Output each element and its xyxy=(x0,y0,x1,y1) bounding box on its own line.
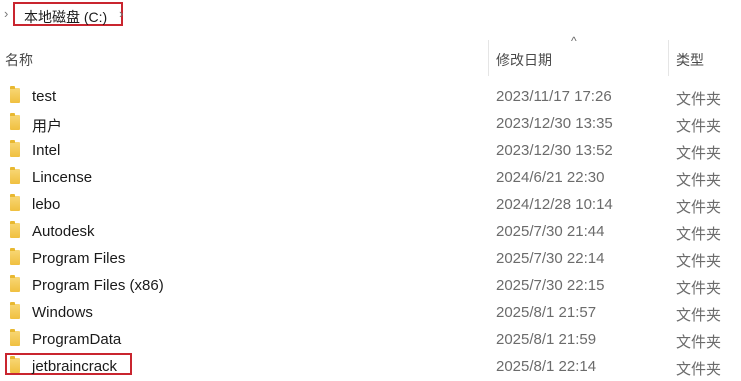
file-name: 用户 xyxy=(32,118,63,135)
column-header-type[interactable]: 类型 xyxy=(676,50,704,70)
file-date-modified: 2025/7/30 22:15 xyxy=(496,277,605,294)
sort-ascending-icon: ^ xyxy=(571,34,577,48)
list-item[interactable]: Intel 2023/12/30 13:52 文件夹 xyxy=(0,137,741,164)
file-date-modified: 2025/8/1 21:57 xyxy=(496,304,597,321)
file-name: test xyxy=(32,88,57,105)
file-name: ProgramData xyxy=(32,331,122,348)
file-type: 文件夹 xyxy=(676,253,722,270)
column-header-name[interactable]: 名称 xyxy=(5,50,33,70)
file-date-modified: 2025/7/30 21:44 xyxy=(496,223,605,240)
file-name: lebo xyxy=(32,196,61,213)
list-item[interactable]: ProgramData 2025/8/1 21:59 文件夹 xyxy=(0,326,741,353)
list-item[interactable]: lebo 2024/12/28 10:14 文件夹 xyxy=(0,191,741,218)
breadcrumb-item-local-disk[interactable]: 本地磁盘 (C:) xyxy=(13,2,123,26)
folder-icon xyxy=(10,356,20,373)
file-type: 文件夹 xyxy=(676,307,722,324)
list-item[interactable]: Windows 2025/8/1 21:57 文件夹 xyxy=(0,299,741,326)
file-type: 文件夹 xyxy=(676,280,722,297)
file-name: Lincense xyxy=(32,169,93,186)
folder-icon xyxy=(10,248,20,265)
folder-icon xyxy=(10,329,20,346)
file-date-modified: 2023/11/17 17:26 xyxy=(496,88,612,105)
file-list: test 2023/11/17 17:26 文件夹 用户 2023/12/30 13:3… xyxy=(0,83,741,380)
folder-icon xyxy=(10,275,20,292)
list-item[interactable]: test 2023/11/17 17:26 文件夹 xyxy=(0,83,741,110)
folder-icon xyxy=(10,167,20,184)
file-name: Autodesk xyxy=(32,223,95,240)
column-header-row: 名称 ^ 修改日期 类型 xyxy=(0,34,741,76)
file-type: 文件夹 xyxy=(676,334,722,351)
column-divider[interactable] xyxy=(488,40,489,76)
file-name: Program Files xyxy=(32,250,126,267)
folder-icon xyxy=(10,86,20,103)
file-name: Program Files (x86) xyxy=(32,277,164,294)
file-date-modified: 2023/12/30 13:52 xyxy=(496,142,613,159)
file-type: 文件夹 xyxy=(676,172,722,189)
column-divider[interactable] xyxy=(668,40,669,76)
file-date-modified: 2023/12/30 13:35 xyxy=(496,115,613,132)
breadcrumb-label: 本地磁盘 (C:) xyxy=(24,9,108,25)
folder-icon xyxy=(10,194,20,211)
file-date-modified: 2025/8/1 21:59 xyxy=(496,331,597,348)
folder-icon xyxy=(10,140,20,157)
file-type: 文件夹 xyxy=(676,226,722,243)
file-type: 文件夹 xyxy=(676,145,722,162)
file-type: 文件夹 xyxy=(676,361,722,378)
folder-icon xyxy=(10,302,20,319)
folder-icon xyxy=(10,221,20,238)
file-name: jetbraincrack xyxy=(32,358,118,375)
file-date-modified: 2025/8/1 22:14 xyxy=(496,358,597,375)
file-date-modified: 2025/7/30 22:14 xyxy=(496,250,605,267)
list-item[interactable]: 用户 2023/12/30 13:35 文件夹 xyxy=(0,110,741,137)
list-item[interactable]: Lincense 2024/6/21 22:30 文件夹 xyxy=(0,164,741,191)
file-type: 文件夹 xyxy=(676,118,722,135)
file-date-modified: 2024/6/21 22:30 xyxy=(496,169,605,186)
file-date-modified: 2024/12/28 10:14 xyxy=(496,196,613,213)
file-name: Windows xyxy=(32,304,93,321)
file-name: Intel xyxy=(32,142,61,159)
file-type: 文件夹 xyxy=(676,91,722,108)
column-header-date-modified[interactable]: 修改日期 xyxy=(496,50,552,70)
list-item[interactable]: jetbraincrack 2025/8/1 22:14 文件夹 xyxy=(0,353,741,380)
folder-icon xyxy=(10,113,20,130)
chevron-right-icon[interactable]: › xyxy=(119,6,123,21)
chevron-right-icon[interactable]: › xyxy=(4,6,8,21)
list-item[interactable]: Program Files 2025/7/30 22:14 文件夹 xyxy=(0,245,741,272)
file-type: 文件夹 xyxy=(676,199,722,216)
list-item[interactable]: Autodesk 2025/7/30 21:44 文件夹 xyxy=(0,218,741,245)
breadcrumb: › 本地磁盘 (C:) › xyxy=(0,0,741,32)
list-item[interactable]: Program Files (x86) 2025/7/30 22:15 文件夹 xyxy=(0,272,741,299)
